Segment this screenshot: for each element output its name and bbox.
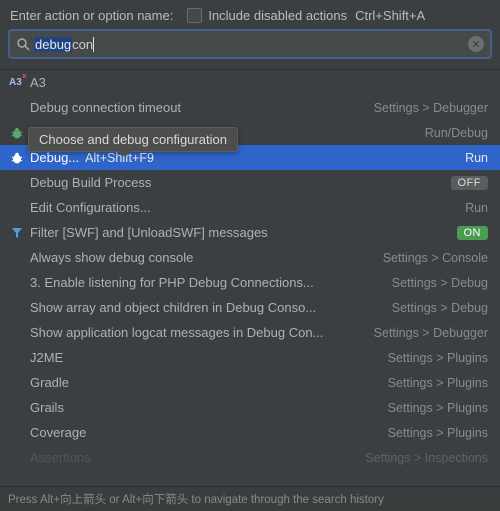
row-meta: Settings > Plugins (388, 426, 488, 440)
debug-icon (10, 126, 24, 140)
header: Enter action or option name: Include dis… (0, 0, 500, 29)
row-label: Assertions (30, 450, 91, 465)
result-row[interactable]: 3. Enable listening for PHP Debug Connec… (0, 270, 500, 295)
a3-icon: A3× (9, 77, 25, 88)
row-label: Always show debug console (30, 250, 193, 265)
row-label: Debug Build Process (30, 175, 151, 190)
row-meta: Settings > Debugger (374, 101, 488, 115)
row-label: Show application logcat messages in Debu… (30, 325, 323, 340)
row-meta: Run (465, 151, 488, 165)
result-row[interactable]: Edit Configurations... Run (0, 195, 500, 220)
result-row[interactable]: Debug connection timeout Settings > Debug… (0, 95, 500, 120)
result-row[interactable]: Gradle Settings > Plugins (0, 370, 500, 395)
debug-icon (10, 151, 24, 165)
result-row[interactable]: Show array and object children in Debug … (0, 295, 500, 320)
row-label: 3. Enable listening for PHP Debug Connec… (30, 275, 314, 290)
row-meta: Settings > Plugins (388, 401, 488, 415)
row-meta: Settings > Inspections (365, 451, 488, 465)
row-meta: Settings > Debug (392, 301, 488, 315)
row-label: Debug... (30, 150, 79, 165)
result-row[interactable]: Grails Settings > Plugins (0, 395, 500, 420)
result-row[interactable]: Coverage Settings > Plugins (0, 420, 500, 445)
row-meta: Settings > Plugins (388, 351, 488, 365)
result-row[interactable]: Filter [SWF] and [UnloadSWF] messages ON (0, 220, 500, 245)
row-label: Filter [SWF] and [UnloadSWF] messages (30, 225, 268, 240)
row-label: J2ME (30, 350, 63, 365)
row-label: Coverage (30, 425, 86, 440)
result-row[interactable]: A3× A3 (0, 70, 500, 95)
row-meta: Run/Debug (425, 126, 488, 140)
row-meta: Settings > Debug (392, 276, 488, 290)
search-row: debug con ✕ (0, 29, 500, 69)
toggle-off[interactable]: OFF (451, 176, 489, 190)
row-label: Show array and object children in Debug … (30, 300, 316, 315)
search-text[interactable]: debug con (34, 35, 468, 53)
result-row[interactable]: Debug Build Process OFF (0, 170, 500, 195)
result-row[interactable]: Assertions Settings > Inspections (0, 445, 500, 470)
row-meta: Settings > Console (383, 251, 488, 265)
text-caret (93, 37, 94, 52)
row-label: Gradle (30, 375, 69, 390)
row-label: Debug connection timeout (30, 100, 181, 115)
footer-hint: Press Alt+向上箭头 or Alt+向下箭头 to navigate t… (0, 486, 500, 511)
search-icon (16, 37, 30, 51)
tooltip: Choose and debug configuration (28, 127, 238, 152)
row-label: A3 (30, 75, 46, 90)
row-label: Edit Configurations... (30, 200, 151, 215)
row-label: Grails (30, 400, 64, 415)
toggle-on[interactable]: ON (457, 226, 489, 240)
search-trailing-text: con (72, 37, 93, 52)
result-row[interactable]: Always show debug console Settings > Cons… (0, 245, 500, 270)
search-selected-text: debug (34, 37, 72, 52)
checkbox-label: Include disabled actions (208, 8, 347, 23)
checkbox-box[interactable] (187, 8, 202, 23)
result-row[interactable]: Show application logcat messages in Debu… (0, 320, 500, 345)
row-meta: Run (465, 201, 488, 215)
row-meta: Settings > Debugger (374, 326, 488, 340)
clear-icon[interactable]: ✕ (468, 36, 484, 52)
include-disabled-checkbox[interactable]: Include disabled actions Ctrl+Shift+A (187, 8, 425, 23)
result-row[interactable]: J2ME Settings > Plugins (0, 345, 500, 370)
search-input[interactable]: debug con ✕ (8, 29, 492, 59)
row-meta: Settings > Plugins (388, 376, 488, 390)
prompt-label: Enter action or option name: (10, 8, 173, 23)
checkbox-shortcut: Ctrl+Shift+A (355, 8, 425, 23)
filter-icon (10, 226, 24, 240)
